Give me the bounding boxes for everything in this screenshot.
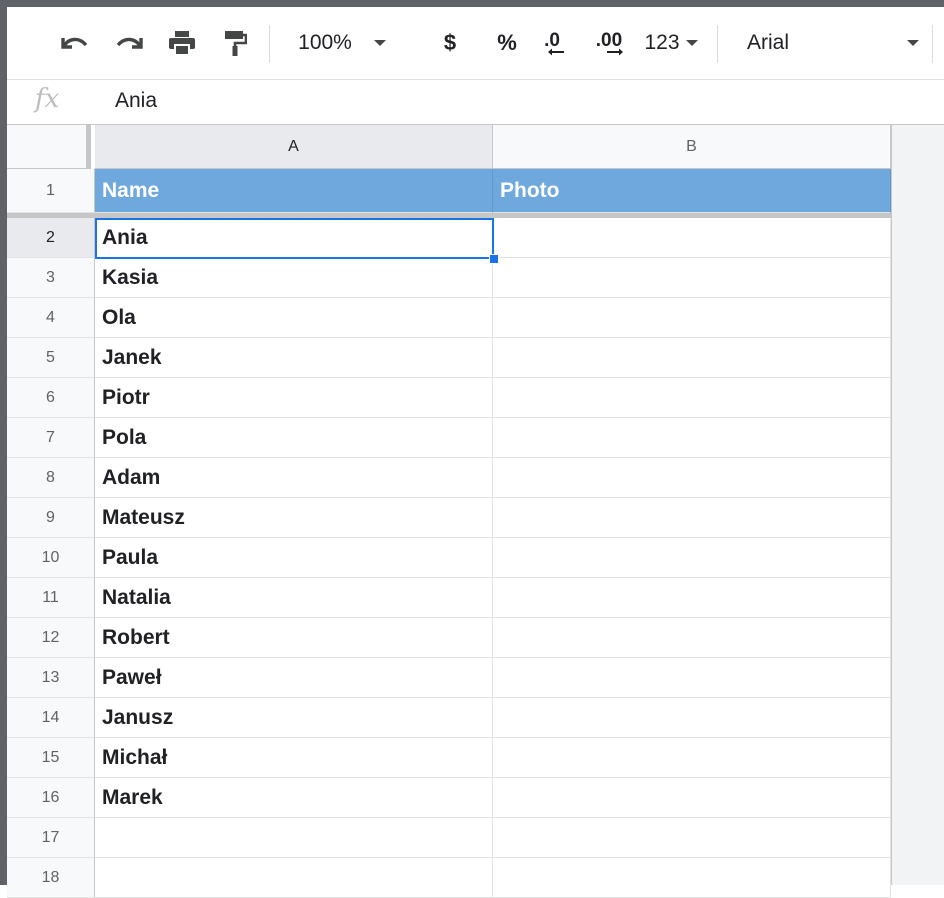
cell-a15[interactable]: Michał (95, 738, 493, 778)
chevron-down-icon (373, 40, 386, 46)
undo-button[interactable] (53, 7, 95, 79)
row-header-11[interactable]: 11 (7, 578, 95, 618)
row-header-14[interactable]: 14 (7, 698, 95, 738)
column-header-b[interactable]: B (493, 125, 891, 169)
percent-symbol: % (497, 30, 517, 55)
currency-symbol: $ (443, 30, 457, 55)
row-header-2[interactable]: 2 (7, 218, 95, 258)
cell-a3[interactable]: Kasia (95, 258, 493, 298)
toolbar-separator (932, 25, 933, 63)
print-icon (169, 31, 195, 56)
toolbar: 100% $ % .0 .00 123 Arial (7, 7, 944, 79)
row-header-5[interactable]: 5 (7, 338, 95, 378)
cell-a6[interactable]: Piotr (95, 378, 493, 418)
row-header-16[interactable]: 16 (7, 778, 95, 818)
fill-handle[interactable] (489, 254, 499, 264)
cell-b15[interactable] (493, 738, 891, 778)
cell-a10[interactable]: Paula (95, 538, 493, 578)
paint-format-button[interactable] (215, 7, 255, 79)
cell-a8[interactable]: Adam (95, 458, 493, 498)
cell-a9[interactable]: Mateusz (95, 498, 493, 538)
more-formats-label: 123 (644, 31, 680, 54)
formula-bar: fx Ania (7, 79, 944, 125)
row-header-10[interactable]: 10 (7, 538, 95, 578)
cell-a17[interactable] (95, 818, 493, 858)
cell-b17[interactable] (493, 818, 891, 858)
cell-b14[interactable] (493, 698, 891, 738)
cell-a11[interactable]: Natalia (95, 578, 493, 618)
chevron-down-icon (685, 40, 698, 46)
chevron-down-icon (907, 40, 919, 46)
cell-b16[interactable] (493, 778, 891, 818)
row-header-15[interactable]: 15 (7, 738, 95, 778)
decrease-decimal-label: .0 (544, 30, 560, 51)
select-all-corner[interactable] (7, 125, 91, 169)
row-header-3[interactable]: 3 (7, 258, 95, 298)
column-header-a[interactable]: A (95, 125, 493, 169)
cell-b10[interactable] (493, 538, 891, 578)
cell-a16[interactable]: Marek (95, 778, 493, 818)
row-header-8[interactable]: 8 (7, 458, 95, 498)
cell-b4[interactable] (493, 298, 891, 338)
row-header-4[interactable]: 4 (7, 298, 95, 338)
cell-b11[interactable] (493, 578, 891, 618)
undo-icon (61, 37, 88, 49)
percent-format-button[interactable]: % (489, 7, 525, 79)
more-formats-select[interactable]: 123 (635, 7, 707, 79)
paint-format-icon (225, 31, 247, 56)
row-header-13[interactable]: 13 (7, 658, 95, 698)
cell-b18[interactable] (493, 858, 891, 898)
print-button[interactable] (161, 7, 203, 79)
increase-decimal-button[interactable]: .00 (585, 7, 633, 79)
cell-b6[interactable] (493, 378, 891, 418)
cell-a7[interactable]: Pola (95, 418, 493, 458)
sheet-grid: A B 1 Name Photo 2 Ania 3 Kasia 4 Ola 5 Janek 6 P… (7, 125, 944, 898)
cell-b13[interactable] (493, 658, 891, 698)
cell-a5[interactable]: Janek (95, 338, 493, 378)
cell-b12[interactable] (493, 618, 891, 658)
font-family-value: Arial (747, 31, 790, 54)
currency-format-button[interactable]: $ (432, 7, 468, 79)
cell-a18[interactable] (95, 858, 493, 898)
cell-b8[interactable] (493, 458, 891, 498)
cell-a4[interactable]: Ola (95, 298, 493, 338)
toolbar-separator (717, 25, 718, 63)
increase-decimal-label: .00 (595, 30, 623, 51)
cell-b7[interactable] (493, 418, 891, 458)
zoom-value: 100% (298, 31, 352, 54)
font-family-select[interactable]: Arial (737, 7, 923, 79)
cell-b3[interactable] (493, 258, 891, 298)
empty-sheet-area (891, 125, 944, 885)
cell-a13[interactable]: Paweł (95, 658, 493, 698)
row-header-17[interactable]: 17 (7, 818, 95, 858)
row-header-7[interactable]: 7 (7, 418, 95, 458)
cell-a1[interactable]: Name (95, 169, 493, 213)
decrease-decimal-button[interactable]: .0 (532, 7, 572, 79)
row-header-1[interactable]: 1 (7, 169, 95, 213)
cell-b9[interactable] (493, 498, 891, 538)
cell-b2[interactable] (493, 218, 891, 258)
cell-a12[interactable]: Robert (95, 618, 493, 658)
row-header-6[interactable]: 6 (7, 378, 95, 418)
row-header-18[interactable]: 18 (7, 858, 95, 898)
redo-button[interactable] (109, 7, 151, 79)
fx-icon: fx (35, 84, 60, 114)
toolbar-separator (269, 25, 270, 63)
cell-a2[interactable]: Ania (95, 218, 493, 258)
cell-b5[interactable] (493, 338, 891, 378)
formula-input[interactable]: Ania (115, 89, 157, 113)
redo-icon (116, 37, 143, 49)
cell-b1[interactable]: Photo (493, 169, 891, 213)
zoom-select[interactable]: 100% (287, 7, 397, 79)
row-header-12[interactable]: 12 (7, 618, 95, 658)
row-header-9[interactable]: 9 (7, 498, 95, 538)
cell-a14[interactable]: Janusz (95, 698, 493, 738)
